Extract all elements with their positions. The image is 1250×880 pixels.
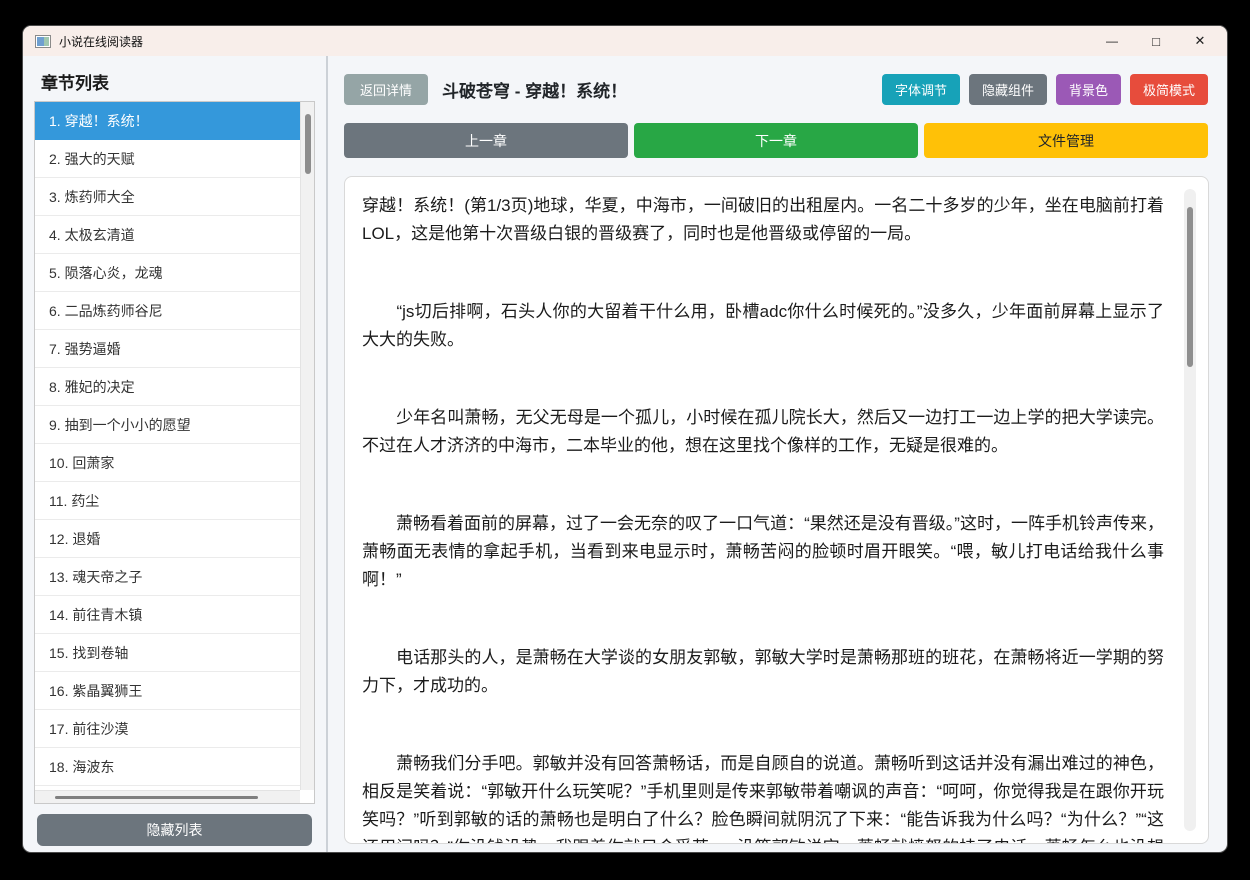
prev-chapter-button[interactable]: 上一章 [344, 123, 628, 158]
chapter-item[interactable]: 15. 找到卷轴 [35, 634, 300, 672]
reader-header: 返回详情 斗破苍穹 - 穿越！系统！ 字体调节 隐藏组件 背景色 极简模式 [344, 74, 1208, 105]
vertical-scrollbar-thumb[interactable] [305, 114, 311, 174]
back-to-details-button[interactable]: 返回详情 [344, 74, 429, 105]
chapter-item[interactable]: 17. 前往沙漠 [35, 710, 300, 748]
reader-scrollbar[interactable] [1184, 189, 1196, 831]
reading-panel: 穿越！系统！(第1/3页)地球，华夏，中海市，一间破旧的出租屋内。一名二十多岁的… [344, 176, 1209, 844]
chapter-item[interactable]: 5. 陨落心炎，龙魂 [35, 254, 300, 292]
chapter-item[interactable]: 3. 炼药师大全 [35, 178, 300, 216]
chapter-item[interactable]: 13. 魂天帝之子 [35, 558, 300, 596]
window-title: 小说在线阅读器 [59, 34, 144, 49]
novel-paragraph: 电话那头的人，是萧畅在大学谈的女朋友郭敏，郭敏大学时是萧畅那班的班花，在萧畅将近… [362, 648, 1164, 695]
hide-components-button[interactable]: 隐藏组件 [968, 74, 1047, 105]
next-chapter-button[interactable]: 下一章 [634, 123, 918, 158]
chapter-list-vertical-scrollbar[interactable] [300, 102, 314, 790]
file-manager-button[interactable]: 文件管理 [924, 123, 1208, 158]
chapter-item[interactable]: 18. 海波东 [35, 748, 300, 786]
chapter-item[interactable]: 1. 穿越！系统！ [35, 102, 300, 140]
header-buttons: 字体调节 隐藏组件 背景色 极简模式 [881, 74, 1208, 105]
chapter-list: 1. 穿越！系统！ 2. 强大的天赋 3. 炼药师大全 4. 太极玄清道 5. 陨落心炎… [35, 102, 300, 790]
novel-paragraph: “js切后排啊，石头人你的大留着干什么用，卧槽adc你什么时候死的。”没多久，少… [362, 302, 1164, 349]
chapter-item[interactable]: 12. 退婚 [35, 520, 300, 558]
app-window: 小说在线阅读器 — □ ✕ 章节列表 1. 穿越！系统！ 2. 强大的天赋 3. 炼… [22, 25, 1228, 853]
chapter-listbox: 1. 穿越！系统！ 2. 强大的天赋 3. 炼药师大全 4. 太极玄清道 5. 陨落心炎… [34, 101, 315, 804]
book-chapter-title: 斗破苍穹 - 穿越！系统！ [442, 82, 628, 101]
reader-scrollbar-thumb[interactable] [1187, 207, 1193, 367]
novel-paragraph: 少年名叫萧畅，无父无母是一个孤儿，小时候在孤儿院长大，然后又一边打工一边上学的把… [362, 408, 1164, 455]
chapter-item[interactable]: 16. 紫晶翼狮王 [35, 672, 300, 710]
chapter-item[interactable]: 4. 太极玄清道 [35, 216, 300, 254]
chapter-list-title: 章节列表 [41, 74, 109, 93]
minimal-mode-button[interactable]: 极简模式 [1129, 74, 1208, 105]
chapter-list-horizontal-scrollbar[interactable] [35, 790, 300, 803]
chapter-item[interactable]: 14. 前往青木镇 [35, 596, 300, 634]
chapter-item[interactable]: 7. 强势逼婚 [35, 330, 300, 368]
chapter-item[interactable]: 2. 强大的天赋 [35, 140, 300, 178]
chapter-sidebar: 章节列表 1. 穿越！系统！ 2. 强大的天赋 3. 炼药师大全 4. 太极玄清道 5.… [23, 56, 328, 852]
novel-paragraph: 穿越！系统！(第1/3页)地球，华夏，中海市，一间破旧的出租屋内。一名二十多岁的… [362, 196, 1164, 243]
chapter-nav-row: 上一章 下一章 文件管理 [344, 123, 1208, 158]
background-color-button[interactable]: 背景色 [1055, 74, 1121, 105]
novel-paragraph: 萧畅看着面前的屏幕，过了一会无奈的叹了一口气道：“果然还是没有晋级。”这时，一阵… [362, 514, 1164, 589]
app-icon [35, 34, 51, 48]
chapter-item[interactable]: 6. 二品炼药师谷尼 [35, 292, 300, 330]
chapter-item[interactable]: 10. 回萧家 [35, 444, 300, 482]
chapter-item[interactable]: 11. 药尘 [35, 482, 300, 520]
title-bar[interactable]: 小说在线阅读器 — □ ✕ [23, 26, 1227, 56]
minimize-icon[interactable]: — [1097, 34, 1127, 48]
reader-main: 返回详情 斗破苍穹 - 穿越！系统！ 字体调节 隐藏组件 背景色 极简模式 上一章 下一… [328, 56, 1227, 852]
hide-list-button[interactable]: 隐藏列表 [37, 814, 312, 846]
chapter-item[interactable]: 9. 抽到一个小小的愿望 [35, 406, 300, 444]
novel-paragraph: 萧畅我们分手吧。郭敏并没有回答萧畅话，而是自顾自的说道。萧畅听到这话并没有漏出难… [362, 754, 1164, 843]
chapter-item[interactable]: 8. 雅妃的决定 [35, 368, 300, 406]
reader-text: 穿越！系统！(第1/3页)地球，华夏，中海市，一间破旧的出租屋内。一名二十多岁的… [345, 177, 1208, 843]
horizontal-scrollbar-thumb[interactable] [55, 796, 258, 799]
font-adjust-button[interactable]: 字体调节 [881, 74, 960, 105]
maximize-icon[interactable]: □ [1141, 34, 1171, 49]
close-icon[interactable]: ✕ [1185, 33, 1215, 49]
